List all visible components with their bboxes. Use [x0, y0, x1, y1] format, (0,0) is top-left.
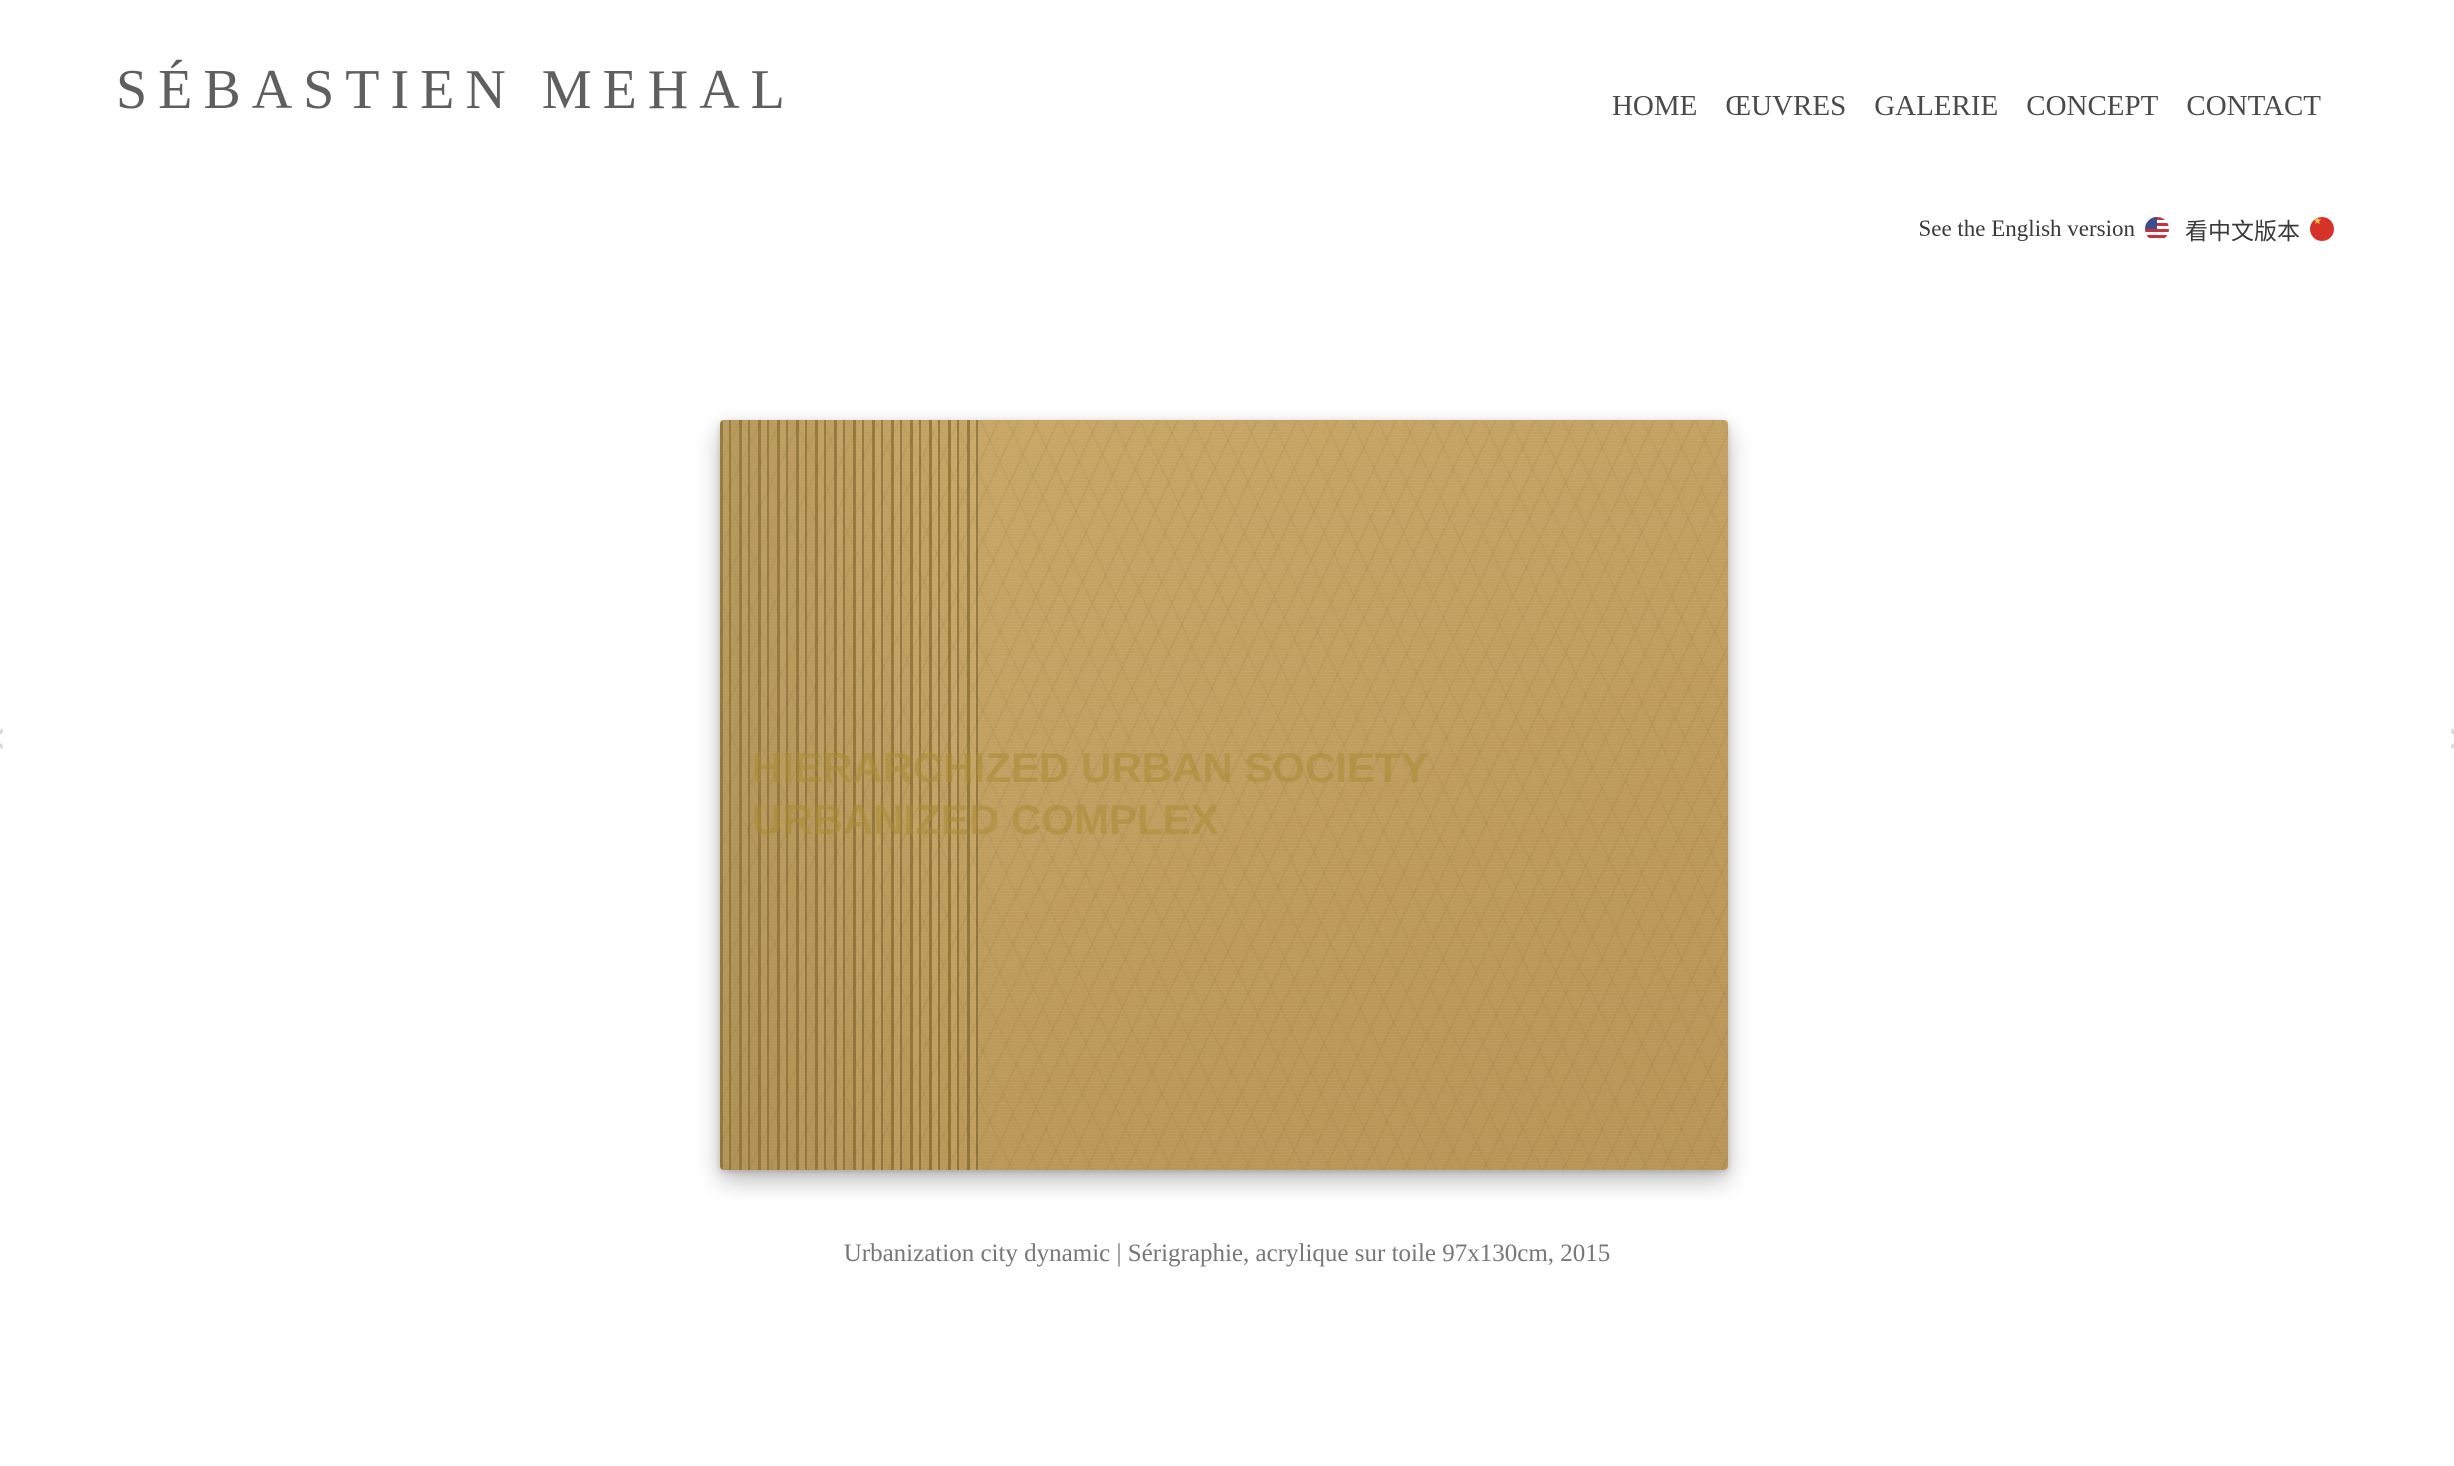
chevron-right-icon[interactable]: › [2436, 712, 2454, 762]
nav-contact[interactable]: CONTACT [2186, 90, 2321, 123]
artwork-text-line-1: HIERARCHIZED URBAN SOCIETY [752, 744, 1429, 791]
site-logo[interactable]: SÉBASTIEN MEHAL [116, 58, 796, 122]
page: SÉBASTIEN MEHAL HOME ŒUVRES GALERIE CONC… [0, 0, 2454, 1466]
artwork-text-line-2: URBANIZED COMPLEX [752, 796, 1219, 843]
nav-home[interactable]: HOME [1612, 90, 1697, 123]
china-flag-icon[interactable] [2310, 217, 2334, 241]
artwork-image[interactable]: HIERARCHIZED URBAN SOCIETY URBANIZED COM… [720, 420, 1728, 1170]
chinese-version-link[interactable]: 看中文版本 [2185, 212, 2300, 246]
language-switcher: See the English version 看中文版本 [1918, 212, 2334, 246]
nav-galerie[interactable]: GALERIE [1874, 90, 1998, 123]
us-flag-icon[interactable] [2145, 217, 2169, 241]
nav-oeuvres[interactable]: ŒUVRES [1725, 90, 1846, 123]
main-nav: HOME ŒUVRES GALERIE CONCEPT CONTACT [1612, 90, 2321, 123]
artwork-overlay-text: HIERARCHIZED URBAN SOCIETY URBANIZED COM… [752, 742, 1429, 846]
english-version-link[interactable]: See the English version [1918, 216, 2135, 242]
chevron-left-icon[interactable]: ‹ [0, 712, 18, 762]
artwork-caption: Urbanization city dynamic | Sérigraphie,… [843, 1240, 1611, 1267]
nav-concept[interactable]: CONCEPT [2026, 90, 2158, 123]
